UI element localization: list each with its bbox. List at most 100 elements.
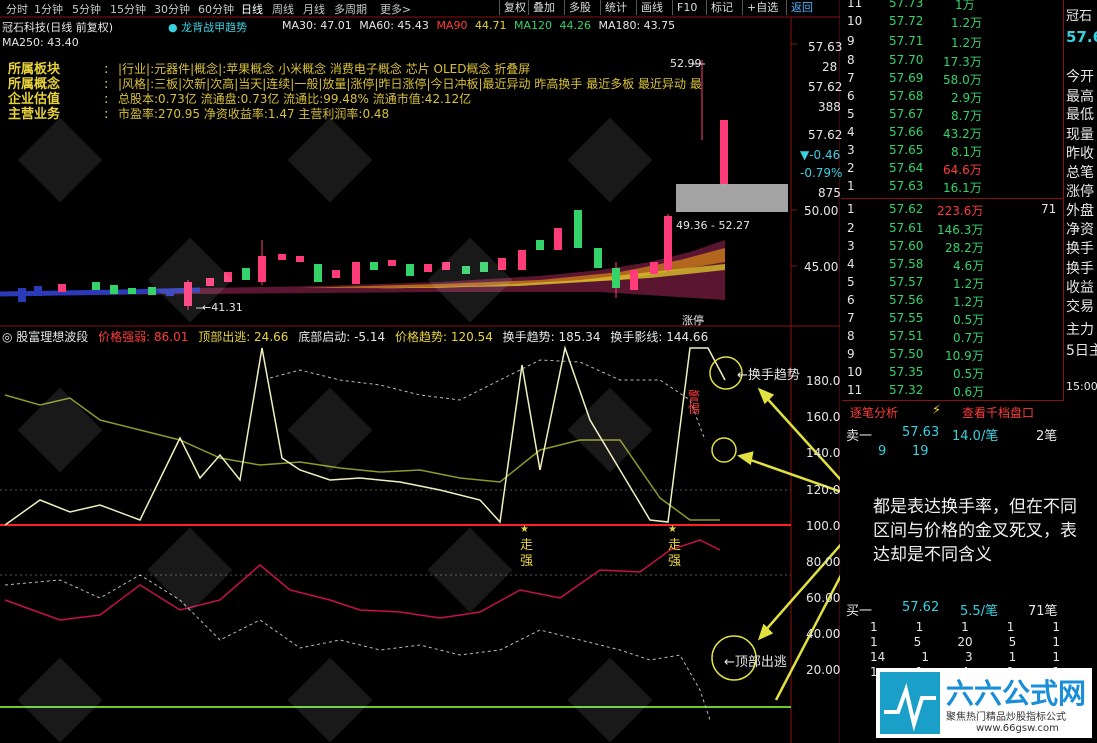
price-axis-vol3: 875 [818,186,841,200]
sell-level-n: 3 [847,143,855,157]
lightning-icon: ⚡ [932,403,942,418]
sell-level-vol: 1万 [955,0,975,12]
info-label-valuation: 企业估值 [8,92,61,107]
annot-top-escape-text: 顶部出逃 [734,655,787,670]
buy-level-vol: 1.2万 [953,295,985,309]
price-axis-price2: 57.62 [808,80,843,94]
sell-level-vol: 2.9万 [951,91,983,105]
annot-warning: 警惕 [688,389,701,416]
watermark-title: 六六公式网 [946,677,1087,710]
osc-y-120: 120.0 [806,483,841,497]
buy-level-vol: 1.2万 [953,277,985,291]
info-line-shares: 总股本:0.73亿 流通盘:0.73亿 流通比:99.48% 流通市值:42.1… [118,92,472,106]
sell-level-n: 8 [847,53,855,67]
buy-level-n: 5 [847,275,855,289]
queue-cell: 1 [921,650,929,664]
series-red [4,539,721,621]
quote-price: 57.6 [1066,28,1097,46]
osc-turnover-shadow: 换手影线: 144.66 [610,330,709,344]
price-axis-vol2: 388 [818,100,841,114]
sell-level-price: 57.71 [889,34,924,48]
buy-level-n: 8 [847,329,855,343]
buy-level-price: 57.62 [889,202,924,216]
signal-strong-1: 走强 [520,538,534,569]
queue-cell: 1 [1008,650,1017,664]
sell-level-n: 5 [847,107,855,121]
svg-text:★: ★ [668,524,677,535]
price-axis-change-pct: -0.79% [800,166,843,180]
quote-label: 5日主 [1066,343,1097,359]
sell-level-vol: 1.2万 [951,16,983,30]
sell-level-vol: 17.3万 [943,55,982,69]
osc-y-20: 20.00 [806,663,841,677]
buy-level-vol: 0.5万 [953,367,985,381]
watermark-banner: 六六公式网 聚焦热门精品炒股指标公式 www.66gsw.com [876,668,1092,738]
buy-level-vol: 0.6万 [953,385,985,399]
sell-level-price: 57.72 [889,14,924,28]
quote-label: 昨收 [1066,146,1094,162]
watermark-url: www.66gsw.com [976,723,1059,734]
info-label-sector: 所属板块 [8,62,61,77]
sell-level-vol: 64.6万 [943,163,982,177]
queue-row: 14 1 3 1 1 [870,650,1060,665]
sell-level-n: 10 [847,14,863,28]
osc-header: ◎ 股富理想波段 价格强弱: 86.01 顶部出逃: 24.66 底部启动: -… [2,328,708,345]
osc-price-strength: 价格强弱: 86.01 [98,330,189,344]
ma120-value: 44.26 [559,19,591,32]
price-axis-50: 50.00 [804,204,839,218]
tab-tick-analysis[interactable]: 逐笔分析 [850,404,898,421]
annot-top-escape: ←顶部出逃 [724,655,787,670]
info-label-business: 主营业务 [8,107,61,122]
sell-level-n: 7 [847,71,855,85]
price-axis-vol1: 28 [822,60,838,74]
watermark-subtitle: 聚焦热门精品炒股指标公式 [946,712,1066,723]
sell-order-book: 11 57.73 1万 10 57.72 1.2万 9 57.71 1.2万 8… [841,0,983,200]
stock-title: 冠石科技(日线 前复权) [2,21,114,34]
quote-label: 外盘 [1066,203,1094,219]
sell-level-n: 6 [847,89,855,103]
queue-cell: 1 [1052,635,1060,649]
sell1-price: 57.63 [902,425,940,440]
low-price-mark: ←41.31 [202,301,243,314]
annot-turnover-trend: ←换手趋势 [737,368,800,383]
sell-level-price: 57.73 [889,0,924,10]
queue-row: 1 5 20 5 1 [870,635,1060,650]
buy-level-n: 10 [847,365,863,379]
indicator-name: ● 龙背战甲趋势 [168,19,247,35]
buy-level-n: 2 [847,221,855,235]
buy-level-price: 57.58 [889,257,924,271]
quote-label: 换手 [1066,261,1094,277]
buy-level-n: 1 [847,202,855,216]
tab-view-depth[interactable]: 查看千档盘口 [962,404,1034,421]
buy-level-count: 71 [1041,202,1057,216]
queue-cell: 20 [957,635,973,649]
osc-price-trend: 价格趋势: 120.54 [394,330,493,344]
osc-turnover-trend: 换手趋势: 185.34 [502,330,601,344]
queue-cell: 1 [915,620,924,634]
buy-level-n: 4 [847,257,855,271]
signal-strong-2: 走强 [668,538,682,569]
sell-level-price: 57.67 [889,107,924,121]
info-line-ratios: 市盈率:270.95 净资收益率:1.47 主营利润率:0.48 [118,107,390,121]
ma-legend: MA30: 47.01 MA60: 45.43 MA90 44.71 MA120… [282,19,675,32]
osc-y-160: 160.0 [806,410,841,424]
quote-label: 现量 [1066,127,1094,143]
ma180-label: MA180: 43.75 [598,19,676,32]
annot-turnover-text: 换手趋势 [747,368,800,383]
price-range-box [676,184,788,212]
sell1-sub2: 19 [912,444,929,459]
sell-level-price: 57.70 [889,53,924,67]
queue-cell: 14 [870,650,886,664]
sell-level-price: 57.66 [889,125,924,139]
sell1-vol: 14.0/笔 [952,429,999,444]
sell-level-vol: 16.1万 [943,181,982,195]
buy1-vol: 5.5/笔 [960,604,999,619]
ma60-label: MA60: 45.43 [359,19,429,32]
buy-level-price: 57.55 [889,311,924,325]
ma30-label: MA30: 47.01 [282,19,352,32]
info-labels: 所属板块 所属概念 企业估值 主营业务 [8,62,100,122]
queue-cell: 1 [870,635,878,649]
osc-y-180: 180.0 [806,374,841,388]
quote-label: 今开 [1066,69,1094,85]
buy-level-vol: 4.6万 [953,259,985,273]
